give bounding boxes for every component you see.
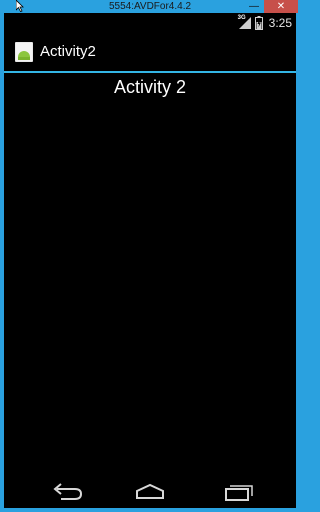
- activity-heading: Activity 2: [113, 77, 187, 97]
- android-app-icon[interactable]: [15, 42, 33, 62]
- minimize-button[interactable]: —: [244, 0, 264, 13]
- status-clock: 3:25: [268, 16, 292, 30]
- home-icon[interactable]: [132, 480, 168, 502]
- action-bar: Activity2: [4, 33, 296, 73]
- action-bar-title: Activity2: [40, 43, 96, 60]
- activity-content: Activity 2: [4, 73, 296, 473]
- battery-icon: [254, 16, 263, 30]
- network-type-label: 3G: [237, 15, 246, 21]
- network-3g-indicator: 3G: [237, 15, 252, 30]
- status-bar: 3G 3:25: [4, 13, 296, 33]
- window-controls: — ✕: [244, 0, 298, 13]
- back-icon[interactable]: [49, 480, 85, 502]
- recent-apps-icon[interactable]: [220, 480, 256, 502]
- close-button[interactable]: ✕: [264, 0, 298, 13]
- emulator-title-bar: 5554:AVDFor4.4.2 — ✕: [0, 0, 300, 13]
- device-screen: 3G 3:25 Activity2 Activity 2: [4, 13, 296, 508]
- navigation-bar: [4, 473, 296, 508]
